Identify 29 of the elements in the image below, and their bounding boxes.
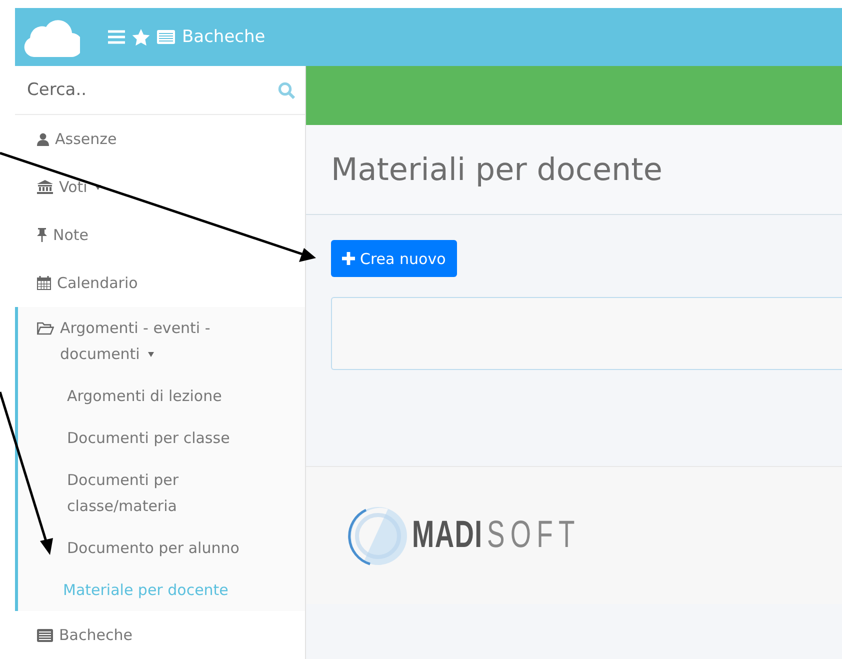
search-icon <box>278 82 295 98</box>
search-field[interactable]: Cerca.. <box>27 80 278 100</box>
submenu-item[interactable]: Argomenti di lezione <box>18 375 267 417</box>
menu-item[interactable]: Calendario <box>57 270 138 296</box>
menu-item[interactable]: Note <box>53 222 89 248</box>
submenu-item[interactable]: Documenti per classe <box>18 417 267 459</box>
ring-logo-icon <box>348 504 408 566</box>
menu-item[interactable]: Assenze <box>55 126 117 152</box>
pin-icon <box>37 228 47 242</box>
star-icon[interactable] <box>132 28 150 46</box>
create-button[interactable]: Crea nuovo <box>331 240 457 277</box>
caret-icon <box>95 185 102 190</box>
submenu-item[interactable]: Documento per alunno <box>18 527 267 569</box>
menu-item[interactable]: Bacheche <box>59 622 132 648</box>
menu-icon[interactable] <box>108 30 125 44</box>
logo-text: SOFT <box>487 514 580 557</box>
calendar-icon <box>37 276 51 290</box>
board-icon <box>157 30 175 44</box>
menu-item[interactable]: Argomenti - eventi - documenti <box>60 315 260 367</box>
board-icon <box>37 628 53 642</box>
plus-icon <box>342 252 355 265</box>
page-title: Materiali per docente <box>331 152 662 188</box>
folder-icon <box>37 322 54 335</box>
logo-text: MADI <box>412 514 483 557</box>
menu-item[interactable]: Voti <box>59 174 102 200</box>
submenu-item[interactable]: Documenti per classe/materia <box>18 459 267 527</box>
cloud-logo-icon[interactable] <box>24 17 80 57</box>
user-icon <box>37 132 49 146</box>
bank-icon <box>37 180 53 194</box>
